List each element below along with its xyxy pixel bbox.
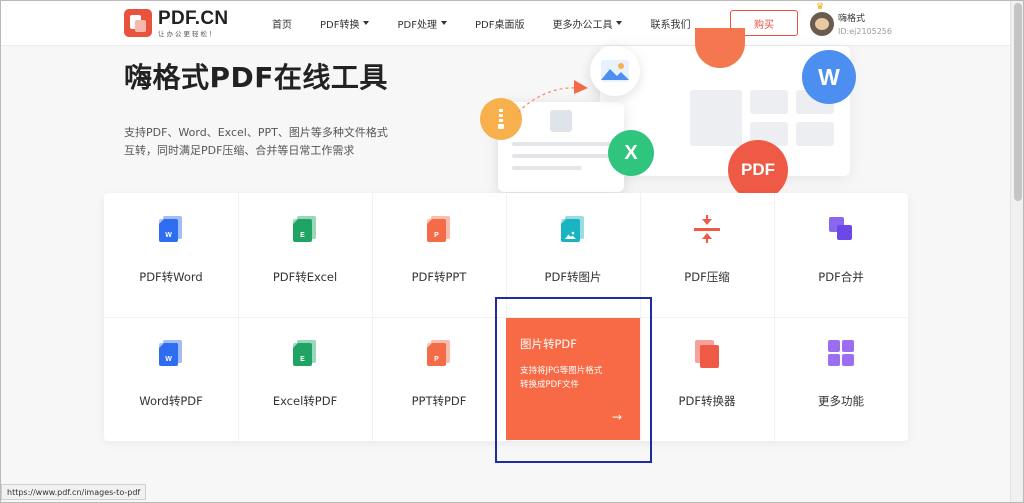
featured-description: 支持将JPG等图片格式 转换成PDF文件 [520, 366, 603, 390]
merge-icon [825, 213, 857, 245]
nav-item-home[interactable]: 首页 [272, 16, 292, 31]
hero-illustration: X PDF W [470, 28, 890, 200]
avatar[interactable] [810, 12, 834, 36]
ppt-file-icon: P [423, 213, 455, 245]
excel-file-icon: E [289, 213, 321, 245]
nav-item-more-tools[interactable]: 更多办公工具 [552, 16, 623, 31]
tool-pdf-to-excel[interactable]: E PDF转Excel [238, 193, 372, 317]
user-profile[interactable]: 嗨格式 ID:ej2105256 [810, 6, 892, 36]
tool-word-to-pdf[interactable]: W Word转PDF [104, 317, 238, 441]
excel-circle-icon: X [608, 130, 654, 176]
status-bar-url: https://www.pdf.cn/images-to-pdf [1, 484, 147, 500]
tool-more-features[interactable]: 更多功能 [774, 317, 908, 441]
tool-pdf-to-image[interactable]: PDF转图片 [506, 193, 640, 317]
tool-pdf-to-word[interactable]: W PDF转Word [104, 193, 238, 317]
nav-item-pdf-process[interactable]: PDF处理 [397, 16, 447, 31]
word-file-icon: W [155, 337, 187, 369]
excel-file-icon: E [289, 337, 321, 369]
caret-down-icon [363, 21, 370, 25]
main-nav: 首页 PDF转换 PDF处理 PDF桌面版 更多办公工具 联系我们 [272, 0, 718, 46]
page-scrollbar[interactable] [1010, 0, 1024, 503]
compress-icon [691, 213, 723, 245]
word-circle-icon: W [802, 50, 856, 104]
site-logo[interactable]: PDF.CN 让办公更轻松！ [124, 8, 228, 38]
tool-excel-to-pdf[interactable]: E Excel转PDF [238, 317, 372, 441]
scrollbar-thumb[interactable] [1014, 3, 1022, 201]
word-file-icon: W [155, 213, 187, 245]
logo-mark-icon [124, 9, 152, 37]
tool-pdf-to-ppt[interactable]: P PDF转PPT [372, 193, 506, 317]
image-file-icon [557, 213, 589, 245]
user-name: 嗨格式 [838, 13, 866, 24]
logo-name: PDF.CN [158, 7, 229, 29]
image-circle-icon [590, 46, 640, 96]
tool-pdf-converter[interactable]: PDF转换器 [640, 317, 774, 441]
grid-icon [825, 337, 857, 369]
nav-item-pdf-desktop[interactable]: PDF桌面版 [475, 16, 524, 31]
tool-image-to-pdf[interactable]: 图片转PDF 支持将JPG等图片格式 转换成PDF文件 → [506, 318, 640, 440]
caret-down-icon [616, 21, 623, 25]
ppt-file-icon: P [423, 337, 455, 369]
paper-plane-icon [517, 80, 588, 113]
page-title: 嗨格式PDF在线工具 [124, 61, 388, 94]
tool-ppt-to-pdf[interactable]: P PPT转PDF [372, 317, 506, 441]
pdf-circle-icon: PDF [728, 140, 788, 200]
featured-title: 图片转PDF [520, 337, 577, 351]
arrow-right-icon[interactable]: → [612, 410, 622, 424]
caret-down-icon [440, 21, 447, 25]
nav-item-contact[interactable]: 联系我们 [650, 16, 690, 31]
converter-icon [691, 337, 723, 369]
top-header: PDF.CN 让办公更轻松！ 首页 PDF转换 PDF处理 PDF桌面版 更多办… [0, 0, 1010, 46]
nav-item-pdf-convert[interactable]: PDF转换 [320, 16, 370, 31]
hero-description: 支持PDF、Word、Excel、PPT、图片等多种文件格式 互转，同时满足PD… [124, 126, 388, 157]
tool-pdf-compress[interactable]: PDF压缩 [640, 193, 774, 317]
user-id: ID:ej2105256 [838, 26, 892, 36]
tool-pdf-merge[interactable]: PDF合并 [774, 193, 908, 317]
logo-slogan: 让办公更轻松！ [158, 29, 218, 38]
